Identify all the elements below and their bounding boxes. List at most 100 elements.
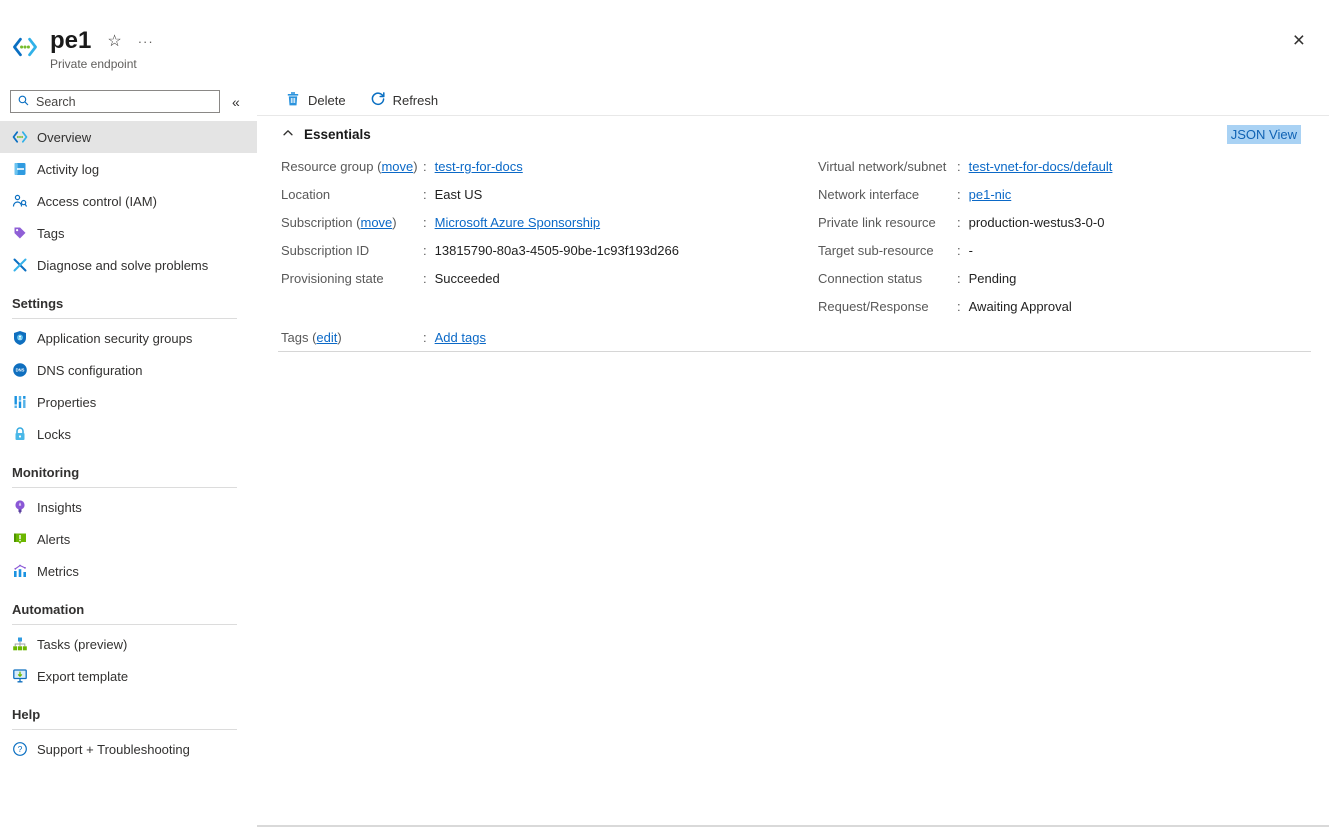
field-value[interactable]: test-vnet-for-docs/default <box>969 159 1113 174</box>
field-value[interactable]: test-rg-for-docs <box>435 159 523 174</box>
sidebar-item-dns-configuration[interactable]: DNS DNS configuration <box>0 354 257 386</box>
field-value[interactable]: pe1-nic <box>969 187 1012 202</box>
essentials-collapse-button[interactable]: Essentials <box>281 126 371 143</box>
lock-icon <box>12 426 28 442</box>
field-label: Connection status <box>818 271 957 286</box>
essentials-row: Private link resource:production-westus3… <box>818 208 1329 236</box>
svg-text:?: ? <box>18 744 23 754</box>
field-label: Subscription ID <box>281 243 423 258</box>
export-template-icon <box>12 668 28 684</box>
toolbar: Delete Refresh <box>257 85 1329 116</box>
essentials-grid: Resource group (move):test-rg-for-docsLo… <box>257 152 1329 320</box>
field-value: production-westus3-0-0 <box>969 215 1105 230</box>
delete-button[interactable]: Delete <box>285 91 346 110</box>
field-value: Pending <box>969 271 1017 286</box>
essentials-title: Essentials <box>304 127 371 142</box>
diagnose-tools-icon <box>12 257 28 273</box>
sidebar-nav: Overview Activity log Access control (IAM)… <box>0 121 257 765</box>
sidebar-item-label: Insights <box>37 500 82 515</box>
essentials-header: Essentials JSON View <box>257 116 1329 152</box>
search-icon <box>17 94 30 110</box>
sidebar-item-label: Metrics <box>37 564 79 579</box>
field-value: East US <box>435 187 483 202</box>
essentials-right-column: Virtual network/subnet:test-vnet-for-doc… <box>818 152 1329 320</box>
essentials-row: Provisioning state:Succeeded <box>281 264 818 292</box>
field-value[interactable]: Microsoft Azure Sponsorship <box>435 215 600 230</box>
sidebar-item-label: Overview <box>37 130 91 145</box>
sidebar-item-tags[interactable]: Tags <box>0 217 257 249</box>
sidebar-item-alerts[interactable]: Alerts <box>0 523 257 555</box>
blade-header: pe1 ☆ ··· Private endpoint × <box>0 0 1329 85</box>
sidebar-item-properties[interactable]: Properties <box>0 386 257 418</box>
field-colon: : <box>957 299 961 314</box>
refresh-button[interactable]: Refresh <box>370 91 439 110</box>
dns-icon: DNS <box>12 362 28 378</box>
sidebar-collapse-button[interactable]: « <box>232 94 240 110</box>
delete-icon <box>285 91 308 110</box>
sidebar-item-insights[interactable]: Insights <box>0 491 257 523</box>
essentials-row: Subscription (move):Microsoft Azure Spon… <box>281 208 818 236</box>
essentials-row: Request/Response:Awaiting Approval <box>818 292 1329 320</box>
shield-icon <box>12 330 28 346</box>
close-icon[interactable]: × <box>1293 30 1305 51</box>
chevron-up-icon <box>281 126 304 143</box>
sidebar-item-label: Export template <box>37 669 128 684</box>
tags-row: Tags (edit):Add tags <box>257 323 1329 351</box>
delete-label: Delete <box>308 93 346 108</box>
favorite-star-icon[interactable]: ☆ <box>107 31 121 51</box>
field-colon: : <box>423 215 427 230</box>
flowchart-icon <box>12 636 28 652</box>
overview-icon <box>12 129 28 145</box>
essentials-row: Resource group (move):test-rg-for-docs <box>281 152 818 180</box>
sidebar-search-row: « <box>0 85 257 113</box>
private-endpoint-blade: pe1 ☆ ··· Private endpoint × « Overview A… <box>0 0 1329 839</box>
alert-icon <box>12 531 28 547</box>
sliders-icon <box>12 394 28 410</box>
field-value[interactable]: Add tags <box>435 330 486 345</box>
search-input[interactable] <box>36 95 213 109</box>
essentials-row: Location:East US <box>281 180 818 208</box>
sidebar-item-label: Alerts <box>37 532 70 547</box>
sidebar-item-label: DNS configuration <box>37 363 143 378</box>
sidebar-item-metrics[interactable]: Metrics <box>0 555 257 587</box>
tag-icon <box>12 225 28 241</box>
sidebar-item-access-control-iam[interactable]: Access control (IAM) <box>0 185 257 217</box>
overview-content: Delete Refresh Essentials JSON View Reso… <box>257 85 1329 839</box>
field-value: Succeeded <box>435 271 500 286</box>
field-colon: : <box>957 215 961 230</box>
refresh-label: Refresh <box>393 93 439 108</box>
json-view-link[interactable]: JSON View <box>1227 125 1301 144</box>
field-colon: : <box>423 330 427 345</box>
field-colon: : <box>423 159 427 174</box>
sidebar-item-overview[interactable]: Overview <box>0 121 257 153</box>
sidebar-item-activity-log[interactable]: Activity log <box>0 153 257 185</box>
field-colon: : <box>957 187 961 202</box>
sidebar-item-locks[interactable]: Locks <box>0 418 257 450</box>
page-title: pe1 <box>50 28 91 54</box>
activity-log-icon <box>12 161 28 177</box>
sidebar-item-application-security-groups[interactable]: Application security groups <box>0 322 257 354</box>
sidebar-section-divider <box>12 318 237 319</box>
move-link[interactable]: move <box>381 159 413 174</box>
sidebar-item-label: Access control (IAM) <box>37 194 157 209</box>
resource-type-label: Private endpoint <box>50 57 154 71</box>
sidebar-item-tasks-preview[interactable]: Tasks (preview) <box>0 628 257 660</box>
metrics-chart-icon <box>12 563 28 579</box>
sidebar-item-support-troubleshooting[interactable]: ?Support + Troubleshooting <box>0 733 257 765</box>
essentials-row: Network interface:pe1-nic <box>818 180 1329 208</box>
essentials-row: Virtual network/subnet:test-vnet-for-doc… <box>818 152 1329 180</box>
field-value: Awaiting Approval <box>969 299 1072 314</box>
essentials-row: Tags (edit):Add tags <box>281 323 1329 351</box>
move-link[interactable]: move <box>360 215 392 230</box>
field-label: Target sub-resource <box>818 243 957 258</box>
access-control-icon <box>12 193 28 209</box>
sidebar-item-diagnose-and-solve-problems[interactable]: Diagnose and solve problems <box>0 249 257 281</box>
search-box[interactable] <box>10 90 220 113</box>
more-options-icon[interactable]: ··· <box>138 34 154 49</box>
sidebar-item-export-template[interactable]: Export template <box>0 660 257 692</box>
sidebar: « Overview Activity log Access control (IA… <box>0 85 257 839</box>
essentials-left-column: Resource group (move):test-rg-for-docsLo… <box>281 152 818 292</box>
essentials-bottom-divider <box>278 351 1311 352</box>
edit-link[interactable]: edit <box>316 330 337 345</box>
essentials-row: Target sub-resource:- <box>818 236 1329 264</box>
